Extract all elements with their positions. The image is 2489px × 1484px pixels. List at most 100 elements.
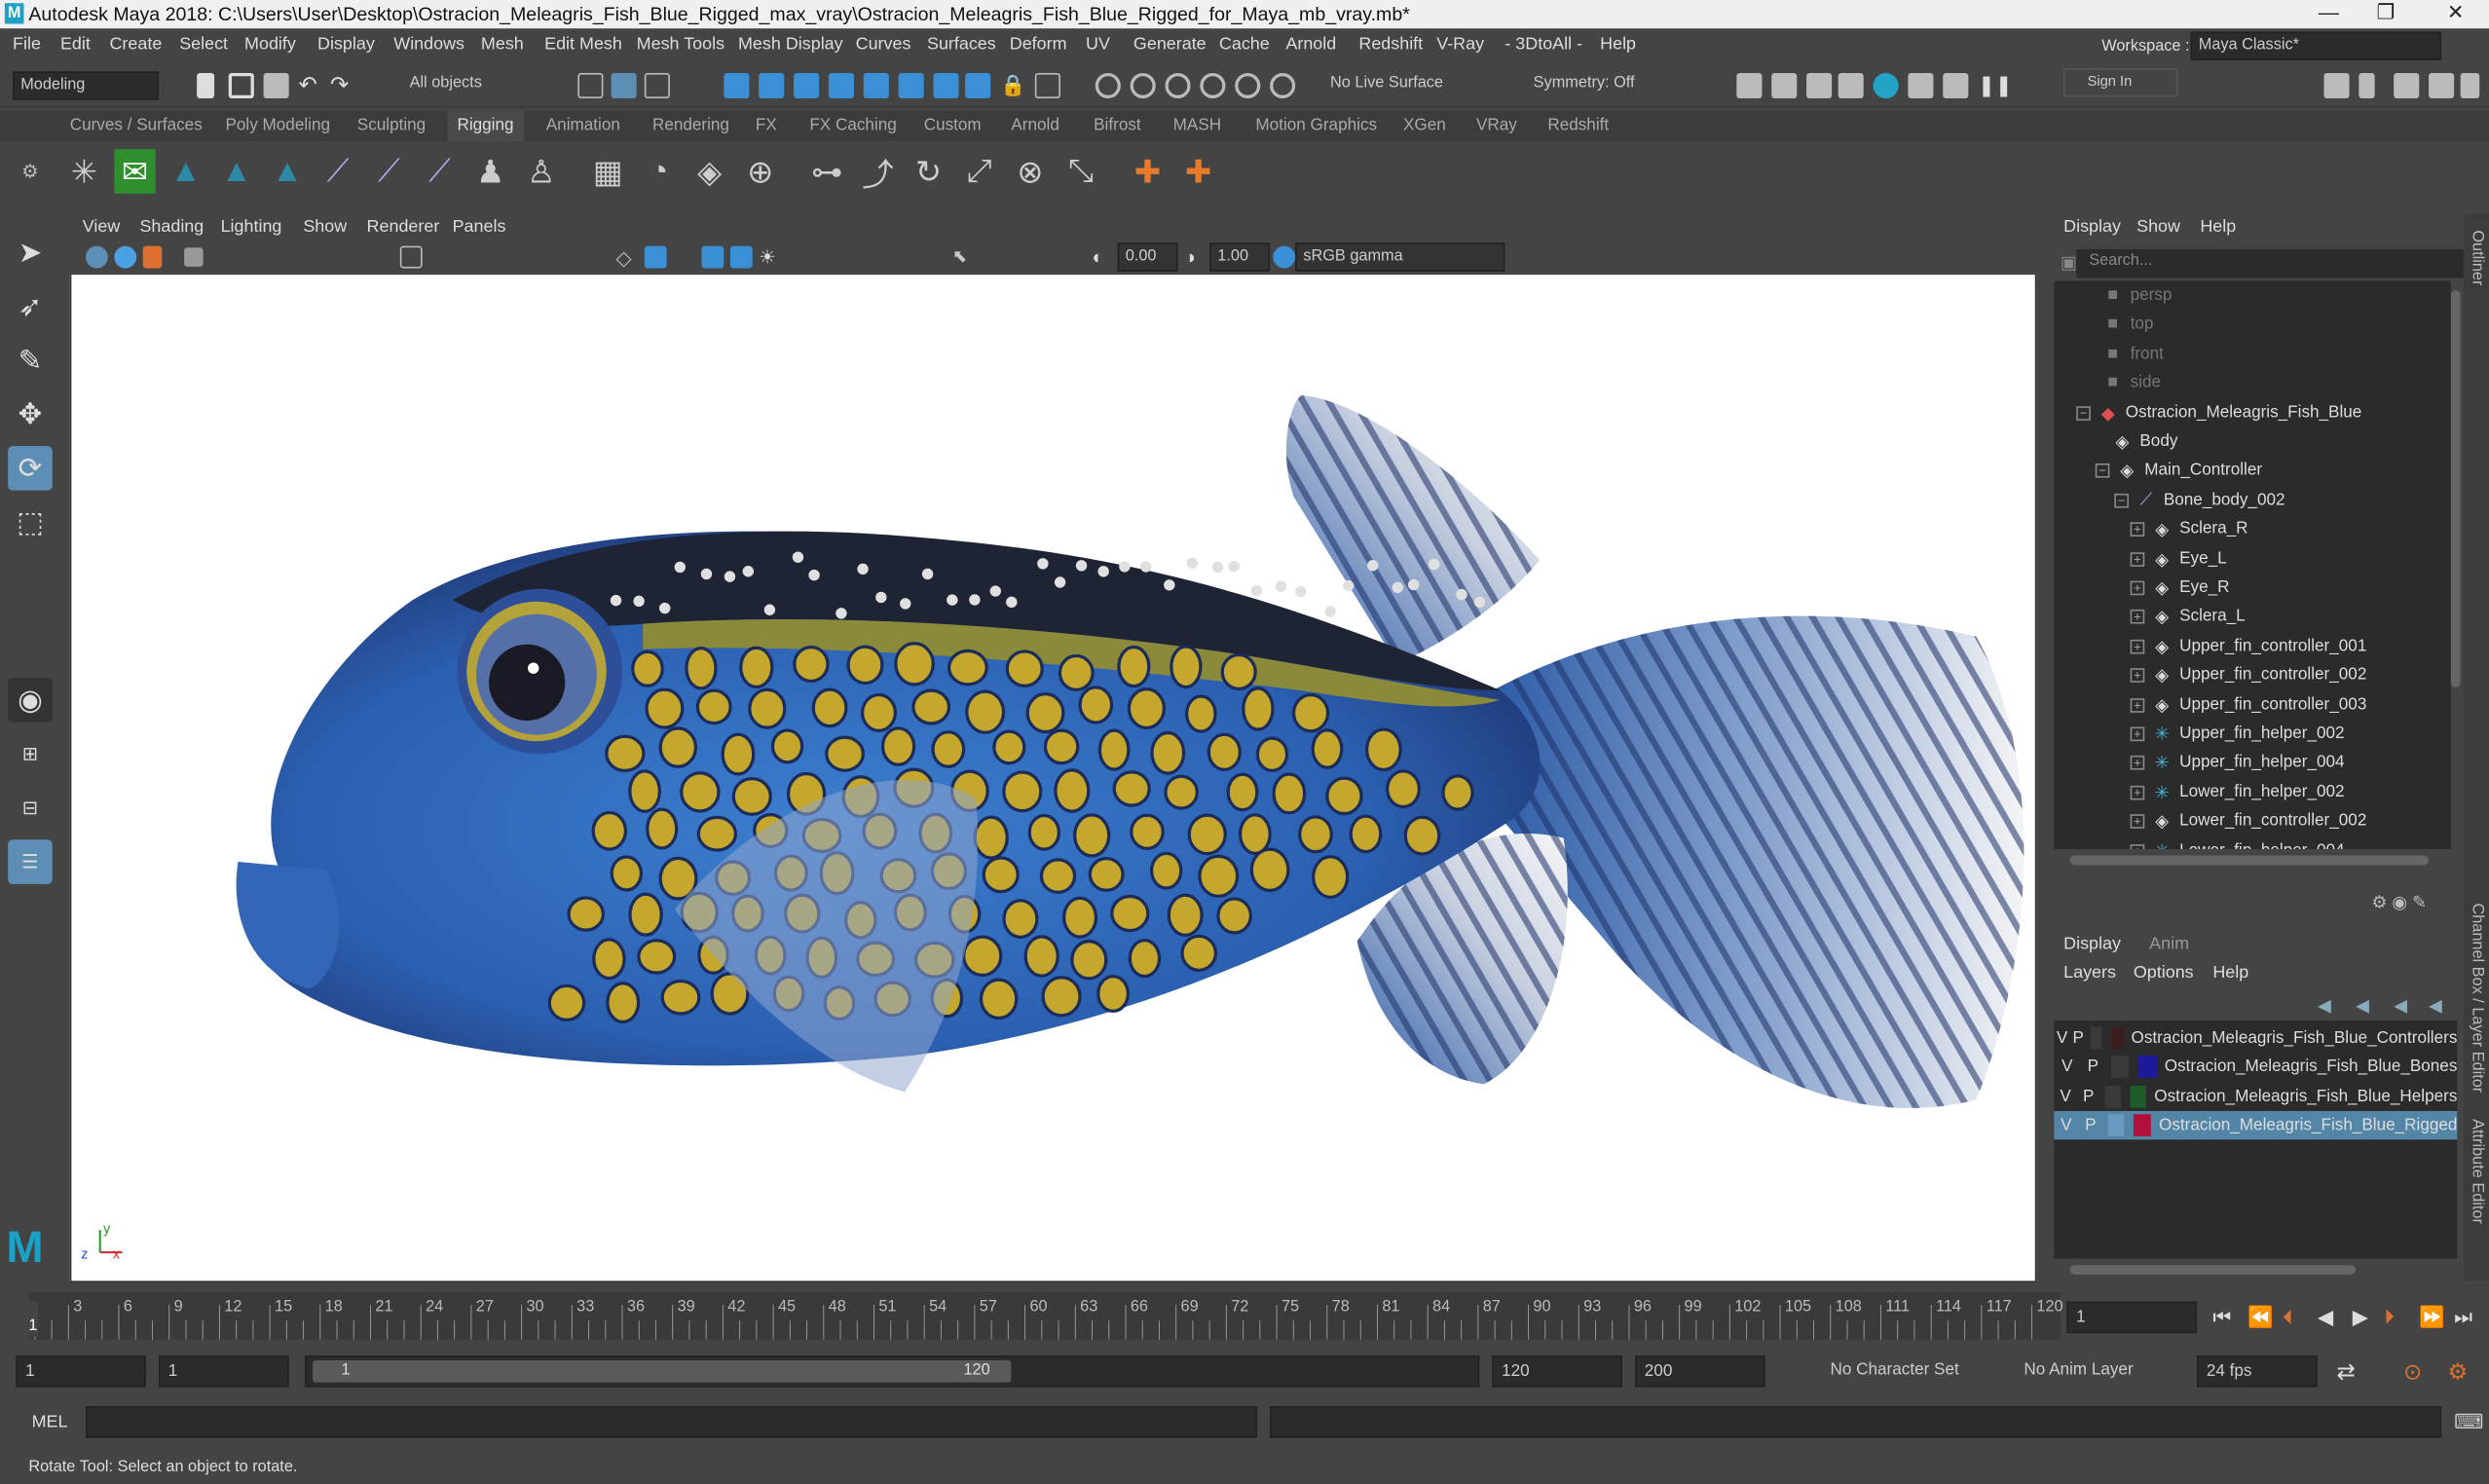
wireframe-icon[interactable]: ◇ bbox=[615, 246, 641, 272]
layer-visibility-toggle[interactable]: V bbox=[2054, 1116, 2078, 1135]
menu-cache[interactable]: Cache bbox=[1219, 35, 1270, 55]
menu-redshift[interactable]: Redshift bbox=[1358, 35, 1423, 55]
smooth-shade-icon[interactable] bbox=[644, 245, 667, 269]
shelf-tab-curves-surfaces[interactable]: Curves / Surfaces bbox=[70, 116, 203, 135]
outliner-horizontal-scrollbar[interactable] bbox=[2069, 855, 2430, 866]
menu-mesh-tools[interactable]: Mesh Tools bbox=[637, 35, 724, 55]
side-tab-attribute-editor[interactable]: Attribute Editor bbox=[2469, 1119, 2486, 1224]
snap-view-plane-icon[interactable] bbox=[828, 72, 854, 99]
shelf-tab-mash[interactable]: MASH bbox=[1173, 116, 1221, 135]
grid-toggle-icon[interactable] bbox=[399, 245, 423, 269]
menu-arnold[interactable]: Arnold bbox=[1285, 35, 1336, 55]
expand-icon[interactable]: + bbox=[2130, 639, 2145, 653]
outliner-menu-show[interactable]: Show bbox=[2136, 217, 2180, 237]
playback-start-field[interactable]: 1 bbox=[159, 1354, 289, 1388]
layer-empty-slot[interactable] bbox=[2110, 1055, 2130, 1078]
expand-icon[interactable]: + bbox=[2130, 667, 2145, 683]
constraint-point-icon[interactable]: ⊶ bbox=[806, 149, 847, 194]
magnet-icon[interactable] bbox=[1235, 72, 1261, 99]
outliner-item-body[interactable]: ◈ Body bbox=[2111, 427, 2178, 455]
outliner-tools-icon[interactable]: ⚙ ◉ ✎ bbox=[2371, 892, 2427, 913]
shelf-tab-rendering[interactable]: Rendering bbox=[652, 116, 729, 135]
gamma-field[interactable]: 1.00 bbox=[1209, 242, 1271, 272]
single-perspective-icon[interactable]: ◉ bbox=[8, 677, 53, 723]
camera-select-icon[interactable] bbox=[86, 245, 108, 269]
constraint-aim-icon[interactable]: ⤴ bbox=[857, 149, 898, 194]
shelf-tab-animation[interactable]: Animation bbox=[546, 116, 620, 135]
ik-handle-icon[interactable]: ▲ bbox=[166, 149, 206, 194]
menu-help[interactable]: Help bbox=[1600, 35, 1636, 55]
command-language-label[interactable]: MEL bbox=[32, 1413, 68, 1432]
layer-tab-anim[interactable]: Anim bbox=[2149, 935, 2189, 954]
output-ops-icon[interactable] bbox=[1200, 72, 1226, 99]
open-scene-icon[interactable] bbox=[228, 72, 254, 99]
fps-dropdown[interactable]: 24 fps bbox=[2197, 1354, 2318, 1388]
expand-icon[interactable]: + bbox=[2130, 579, 2145, 595]
viewport-persp[interactable]: y z x bbox=[69, 273, 2037, 1282]
play-backward-icon[interactable]: ◀ bbox=[2318, 1305, 2333, 1330]
select-object-icon[interactable] bbox=[611, 72, 637, 99]
menu-surfaces[interactable]: Surfaces bbox=[927, 35, 996, 55]
select-tool-icon[interactable]: ➤ bbox=[8, 230, 53, 275]
skeleton-icon[interactable]: ♙ bbox=[521, 149, 562, 194]
shelf-options-icon[interactable]: ⚙ bbox=[10, 149, 51, 194]
animation-start-field[interactable]: 1 bbox=[16, 1354, 146, 1388]
current-frame-field[interactable]: 1 bbox=[2066, 1301, 2198, 1334]
outliner-item-upper-fin-controller-003[interactable]: + ◈ Upper_fin_controller_003 bbox=[2130, 690, 2366, 719]
outliner-layout-icon[interactable]: ☰ bbox=[8, 839, 53, 884]
input-ops-icon[interactable] bbox=[1165, 72, 1191, 99]
collapse-icon[interactable]: − bbox=[2076, 405, 2091, 421]
menu-3dtoall[interactable]: - 3DtoAll - bbox=[1505, 35, 1582, 55]
script-editor-icon[interactable]: ⌨ bbox=[2454, 1409, 2484, 1434]
constraint-scale-icon[interactable]: ⤢ bbox=[959, 149, 1000, 194]
time-ruler[interactable]: 3 6 9 12 15 18 21 24 27 30 33 36 39 42 45 48 51 54 57 60 63 6… bbox=[28, 1291, 2063, 1340]
constraint-orient-icon[interactable]: ↻ bbox=[908, 149, 948, 194]
outliner-item-sclera-l[interactable]: + ◈ Sclera_L bbox=[2130, 602, 2246, 630]
shelf-tab-custom[interactable]: Custom bbox=[924, 116, 982, 135]
range-slider-handle[interactable] bbox=[313, 1359, 1012, 1383]
layer-menu-options[interactable]: Options bbox=[2134, 963, 2194, 983]
sym-icon[interactable] bbox=[1270, 72, 1296, 99]
insert-joint-icon[interactable]: ⟋ bbox=[317, 149, 358, 194]
orient-joint-icon[interactable]: ⟋ bbox=[419, 149, 460, 194]
transfer-attr-icon[interactable]: ✚ bbox=[1178, 149, 1219, 194]
outliner-item-root-group[interactable]: − ◆ Ostracion_Meleagris_Fish_Blue bbox=[2076, 398, 2361, 427]
layer-menu-help[interactable]: Help bbox=[2212, 963, 2248, 983]
layer-playback-toggle[interactable]: P bbox=[2078, 1116, 2102, 1135]
menu-curves[interactable]: Curves bbox=[856, 35, 911, 55]
expand-icon[interactable]: + bbox=[2130, 785, 2145, 799]
new-scene-icon[interactable] bbox=[197, 72, 215, 99]
menu-create[interactable]: Create bbox=[109, 35, 162, 55]
maximize-button[interactable]: ❐ bbox=[2359, 0, 2412, 28]
outliner-item-eye-l[interactable]: + ◈ Eye_L bbox=[2130, 544, 2227, 573]
vray-ipr-icon[interactable] bbox=[1943, 72, 1969, 99]
vray-render-icon[interactable] bbox=[1908, 72, 1934, 99]
menu-generate[interactable]: Generate bbox=[1133, 35, 1207, 55]
animation-end-field[interactable]: 200 bbox=[1635, 1354, 1765, 1388]
auto-key-icon[interactable]: ⊙ bbox=[2403, 1358, 2422, 1386]
expand-icon[interactable]: + bbox=[2130, 725, 2145, 741]
loop-icon[interactable]: ⇄ bbox=[2337, 1358, 2356, 1386]
human-ik-icon[interactable] bbox=[2359, 72, 2375, 99]
layer-row-helpers[interactable]: V P Ostracion_Meleagris_Fish_Blue_Helper… bbox=[2054, 1083, 2457, 1111]
layer-horizontal-scrollbar[interactable] bbox=[2069, 1265, 2357, 1275]
outliner-item-lower-fin-helper-002[interactable]: + ✳ Lower_fin_helper_002 bbox=[2130, 778, 2345, 806]
scale-tool-icon[interactable]: ⬚ bbox=[8, 500, 53, 544]
workspace-dropdown[interactable]: Maya Classic* bbox=[2190, 31, 2442, 60]
outliner-item-front[interactable]: ■ front bbox=[2101, 340, 2164, 368]
collapse-icon[interactable]: − bbox=[2095, 463, 2110, 477]
step-forward-frame-icon[interactable]: ⏵ bbox=[2384, 1305, 2395, 1330]
minimize-button[interactable]: — bbox=[2302, 0, 2356, 28]
ipr-render-icon[interactable] bbox=[1806, 72, 1833, 99]
select-hierarchy-icon[interactable] bbox=[577, 72, 604, 99]
layer-row-rigged[interactable]: V P Ostracion_Meleagris_Fish_Blue_Rigged bbox=[2054, 1110, 2458, 1140]
menu-vray[interactable]: V-Ray bbox=[1436, 35, 1484, 55]
menu-windows[interactable]: Windows bbox=[393, 35, 464, 55]
close-button[interactable]: ✕ bbox=[2429, 0, 2482, 28]
shelf-tab-rigging[interactable]: Rigging bbox=[447, 111, 524, 142]
outliner-vertical-scrollbar[interactable] bbox=[2450, 290, 2461, 687]
live-surface-field[interactable]: No Live Surface bbox=[1323, 71, 1476, 100]
construction-icon[interactable] bbox=[1130, 72, 1156, 99]
select-component-icon[interactable] bbox=[644, 72, 670, 99]
joint-tool-icon[interactable]: ✳ bbox=[63, 149, 104, 194]
